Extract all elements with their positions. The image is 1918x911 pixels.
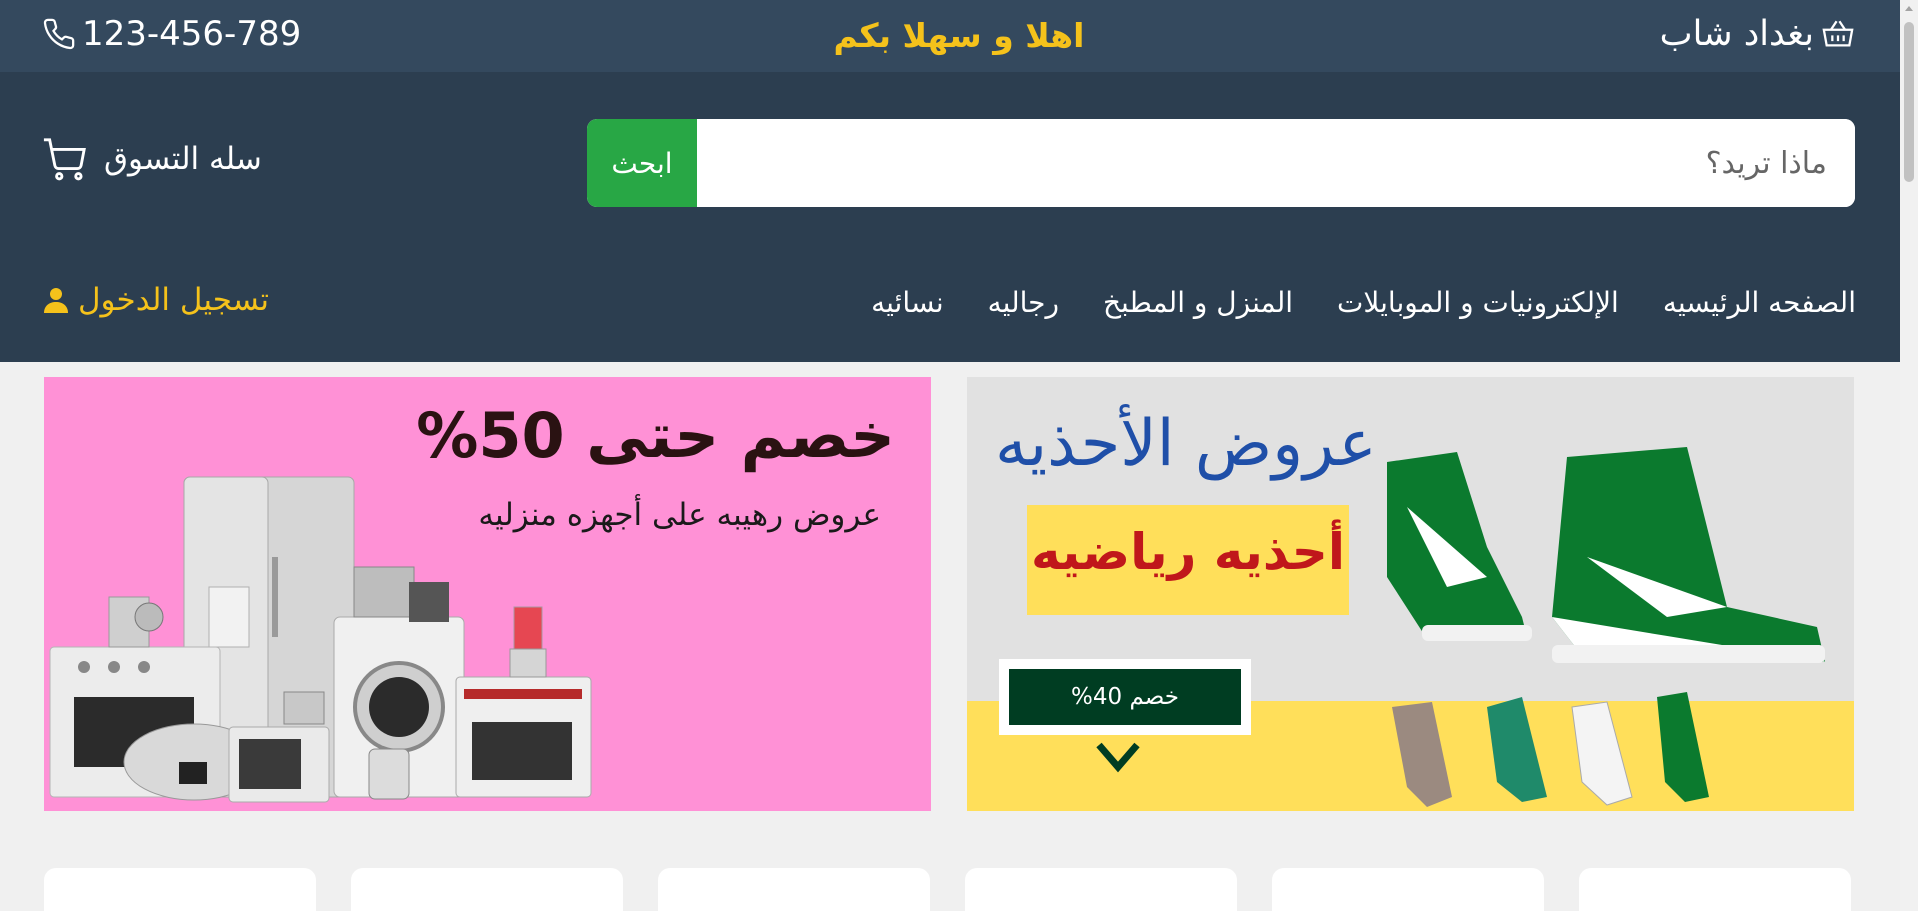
appliances-illustration [49, 476, 592, 803]
home-appliances-banner[interactable]: خصم حتى 50% عروض رهيبه على أجهزه منزليه [44, 377, 931, 811]
main-header: ابحث سله التسوق الصفحه الرئيسيه الإلكترو… [0, 72, 1918, 362]
scrollbar-thumb[interactable] [1904, 22, 1914, 182]
page-scrollbar[interactable] [1900, 0, 1918, 911]
category-card[interactable] [1272, 868, 1544, 911]
user-icon [44, 288, 68, 313]
category-card[interactable] [965, 868, 1237, 911]
search-bar: ابحث [587, 119, 1855, 207]
login-link[interactable]: تسجيل الدخول [44, 282, 269, 318]
category-card[interactable] [44, 868, 316, 911]
brand-logo[interactable]: بغداد شاب [1660, 14, 1856, 54]
shoes-banner[interactable]: عروض الأحذيه أحذيه رياضيه خصم 40% [967, 377, 1854, 811]
welcome-text: اهلا و سهلا بكم [833, 16, 1085, 55]
search-input[interactable] [697, 119, 1855, 207]
category-card[interactable] [658, 868, 930, 911]
top-bar: 123-456-789 اهلا و سهلا بكم بغداد شاب [0, 0, 1918, 72]
category-card[interactable] [351, 868, 623, 911]
brand-name: بغداد شاب [1659, 14, 1814, 54]
nav-men[interactable]: رجاليه [988, 286, 1059, 319]
cart-icon [43, 138, 86, 181]
shoes-illustration [1387, 447, 1825, 807]
category-card[interactable] [1579, 868, 1851, 911]
nav-electronics[interactable]: الإلكترونيات و الموبايلات [1337, 286, 1619, 319]
category-cards-row [44, 868, 1874, 911]
cart-label: سله التسوق [104, 141, 262, 177]
nav-home[interactable]: الصفحه الرئيسيه [1663, 286, 1856, 319]
nav-women[interactable]: نسائيه [871, 286, 944, 319]
scroll-up-arrow[interactable] [1905, 6, 1913, 11]
search-button[interactable]: ابحث [587, 119, 697, 207]
shopping-cart-link[interactable]: سله التسوق [42, 136, 262, 182]
basket-icon [1822, 20, 1854, 47]
nav-home-kitchen[interactable]: المنزل و المطبخ [1103, 286, 1293, 319]
main-nav: الصفحه الرئيسيه الإلكترونيات و الموبايلا… [871, 286, 1856, 319]
login-label: تسجيل الدخول [78, 282, 270, 318]
